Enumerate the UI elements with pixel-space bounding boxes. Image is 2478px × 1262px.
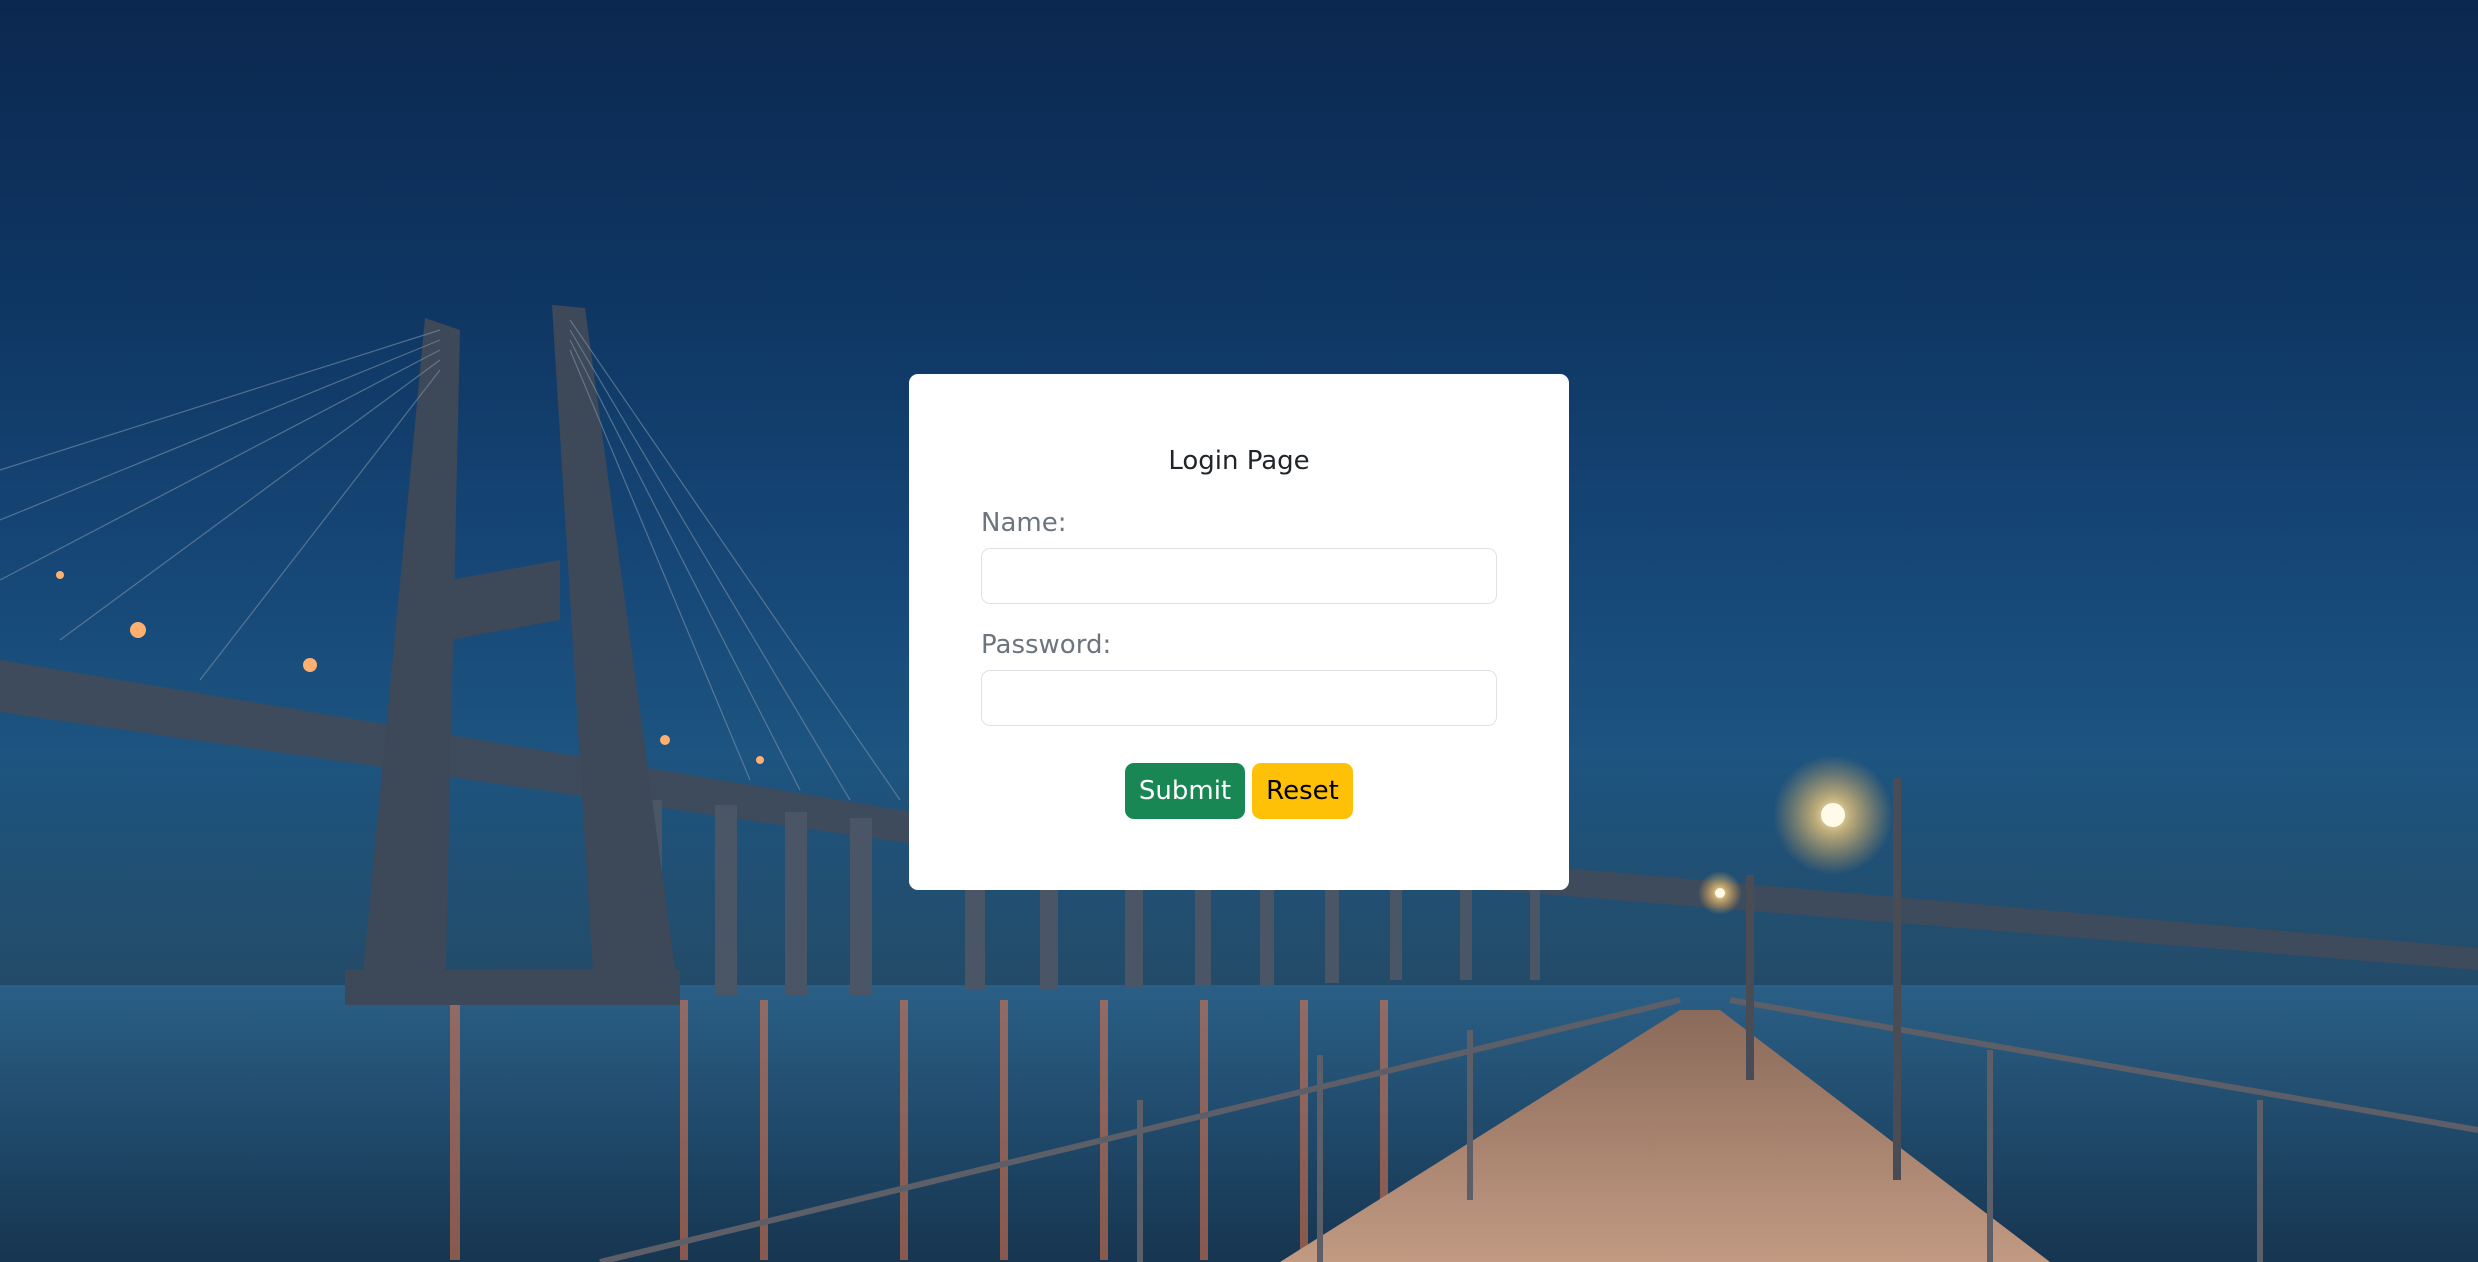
password-label: Password: bbox=[981, 630, 1112, 660]
page-title: Login Page bbox=[1168, 446, 1310, 476]
login-page: Login Page Name: Password: Submit Reset bbox=[0, 0, 2478, 1262]
submit-button[interactable]: Submit bbox=[1125, 763, 1245, 819]
password-input[interactable] bbox=[981, 670, 1497, 726]
name-label: Name: bbox=[981, 508, 1067, 538]
login-card: Login Page Name: Password: Submit Reset bbox=[909, 374, 1569, 890]
reset-button[interactable]: Reset bbox=[1252, 763, 1353, 819]
name-input[interactable] bbox=[981, 548, 1497, 604]
